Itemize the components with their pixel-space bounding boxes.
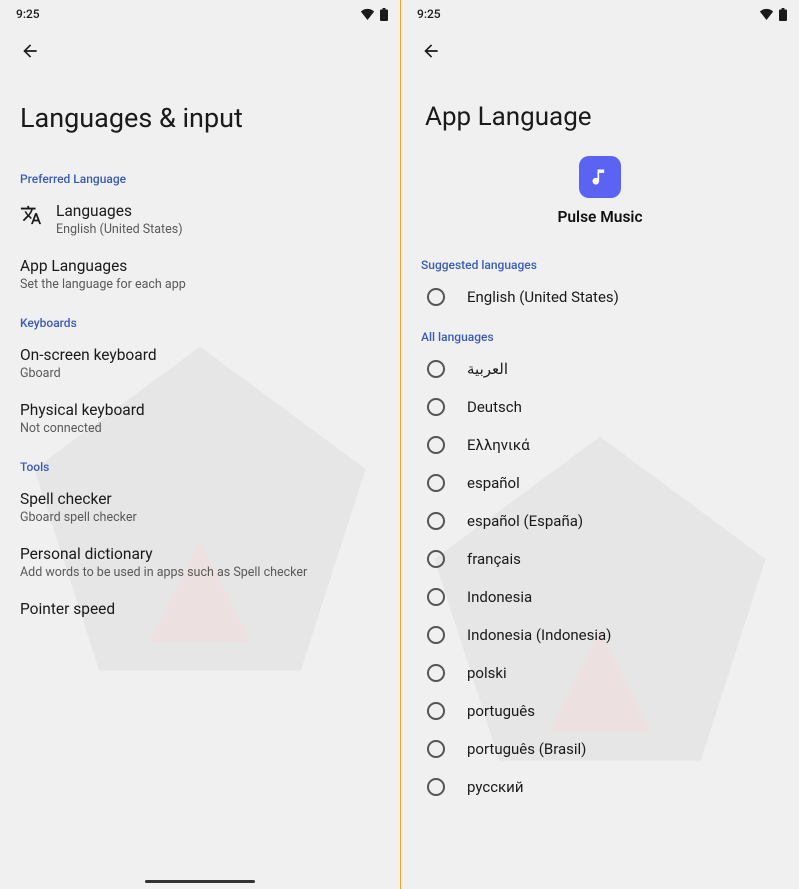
- language-option[interactable]: português (Brasil): [401, 730, 799, 768]
- language-option[interactable]: русский: [401, 768, 799, 806]
- section-header-all: All languages: [401, 316, 799, 350]
- app-name: Pulse Music: [557, 208, 642, 226]
- status-bar: 9:25: [401, 0, 799, 24]
- language-label: Ελληνικά: [467, 436, 530, 454]
- battery-icon: [779, 8, 787, 21]
- item-sub: Gboard: [20, 366, 380, 381]
- language-option[interactable]: English (United States): [401, 278, 799, 316]
- language-option[interactable]: Indonesia: [401, 578, 799, 616]
- suggested-list: English (United States): [401, 278, 799, 316]
- section-header-preferred: Preferred Language: [0, 158, 400, 192]
- all-languages-list: العربية Deutsch Ελληνικά español español (Es…: [401, 350, 799, 806]
- radio-icon: [427, 474, 445, 492]
- item-sub: Add words to be used in apps such as Spe…: [20, 565, 380, 580]
- wifi-icon: [759, 8, 774, 20]
- item-sub: Gboard spell checker: [20, 510, 380, 525]
- language-label: español: [467, 474, 520, 492]
- section-header-suggested: Suggested languages: [401, 244, 799, 278]
- back-arrow-icon: [421, 41, 441, 61]
- status-time: 9:25: [16, 7, 40, 21]
- app-header: Pulse Music: [401, 150, 799, 244]
- screen-languages-input: 9:25 Languages & input Preferred Languag…: [0, 0, 400, 889]
- status-bar: 9:25: [0, 0, 400, 24]
- back-arrow-icon: [20, 41, 40, 61]
- language-label: español (España): [467, 512, 583, 530]
- item-title: Spell checker: [20, 490, 380, 510]
- language-label: English (United States): [467, 288, 619, 306]
- item-app-languages[interactable]: App Languages Set the language for each …: [0, 247, 400, 302]
- item-title: On-screen keyboard: [20, 346, 380, 366]
- item-pointer-speed[interactable]: Pointer speed: [0, 590, 400, 630]
- language-label: русский: [467, 778, 523, 796]
- page-title: Languages & input: [0, 68, 400, 158]
- item-title: App Languages: [20, 257, 380, 277]
- language-label: Deutsch: [467, 398, 522, 416]
- radio-icon: [427, 740, 445, 758]
- item-sub: English (United States): [56, 222, 183, 237]
- language-option[interactable]: português: [401, 692, 799, 730]
- section-header-keyboards: Keyboards: [0, 302, 400, 336]
- language-option[interactable]: español (España): [401, 502, 799, 540]
- item-title: Languages: [56, 202, 183, 222]
- translate-icon: [20, 204, 42, 230]
- item-sub: Set the language for each app: [20, 277, 380, 292]
- radio-icon: [427, 664, 445, 682]
- radio-icon: [427, 436, 445, 454]
- status-time: 9:25: [417, 7, 441, 21]
- radio-icon: [427, 588, 445, 606]
- radio-icon: [427, 550, 445, 568]
- language-label: français: [467, 550, 521, 568]
- wifi-icon: [360, 8, 375, 20]
- language-label: Indonesia: [467, 588, 532, 606]
- item-title: Physical keyboard: [20, 401, 380, 421]
- radio-icon: [427, 778, 445, 796]
- language-label: português: [467, 702, 535, 720]
- toolbar: [401, 24, 799, 68]
- section-header-tools: Tools: [0, 446, 400, 480]
- language-option[interactable]: polski: [401, 654, 799, 692]
- toolbar: [0, 24, 400, 68]
- music-icon: [590, 167, 610, 187]
- language-label: Indonesia (Indonesia): [467, 626, 611, 644]
- page-title: App Language: [401, 68, 799, 150]
- item-personal-dictionary[interactable]: Personal dictionary Add words to be used…: [0, 535, 400, 590]
- item-languages[interactable]: Languages English (United States): [0, 192, 400, 247]
- screen-app-language: 9:25 App Language Pulse Music Suggested …: [400, 0, 799, 889]
- language-option[interactable]: Indonesia (Indonesia): [401, 616, 799, 654]
- battery-icon: [380, 8, 388, 21]
- language-option[interactable]: français: [401, 540, 799, 578]
- radio-icon: [427, 626, 445, 644]
- radio-icon: [427, 360, 445, 378]
- app-icon: [579, 156, 621, 198]
- language-option[interactable]: العربية: [401, 350, 799, 388]
- item-title: Pointer speed: [20, 600, 380, 620]
- back-button[interactable]: [14, 35, 46, 67]
- item-title: Personal dictionary: [20, 545, 380, 565]
- radio-icon: [427, 288, 445, 306]
- language-label: português (Brasil): [467, 740, 586, 758]
- home-indicator[interactable]: [145, 880, 255, 883]
- language-option[interactable]: Deutsch: [401, 388, 799, 426]
- radio-icon: [427, 702, 445, 720]
- language-option[interactable]: Ελληνικά: [401, 426, 799, 464]
- language-label: العربية: [467, 360, 508, 378]
- language-option[interactable]: español: [401, 464, 799, 502]
- radio-icon: [427, 512, 445, 530]
- item-spell-checker[interactable]: Spell checker Gboard spell checker: [0, 480, 400, 535]
- radio-icon: [427, 398, 445, 416]
- item-sub: Not connected: [20, 421, 380, 436]
- back-button[interactable]: [415, 35, 447, 67]
- item-onscreen-keyboard[interactable]: On-screen keyboard Gboard: [0, 336, 400, 391]
- language-label: polski: [467, 664, 507, 682]
- item-physical-keyboard[interactable]: Physical keyboard Not connected: [0, 391, 400, 446]
